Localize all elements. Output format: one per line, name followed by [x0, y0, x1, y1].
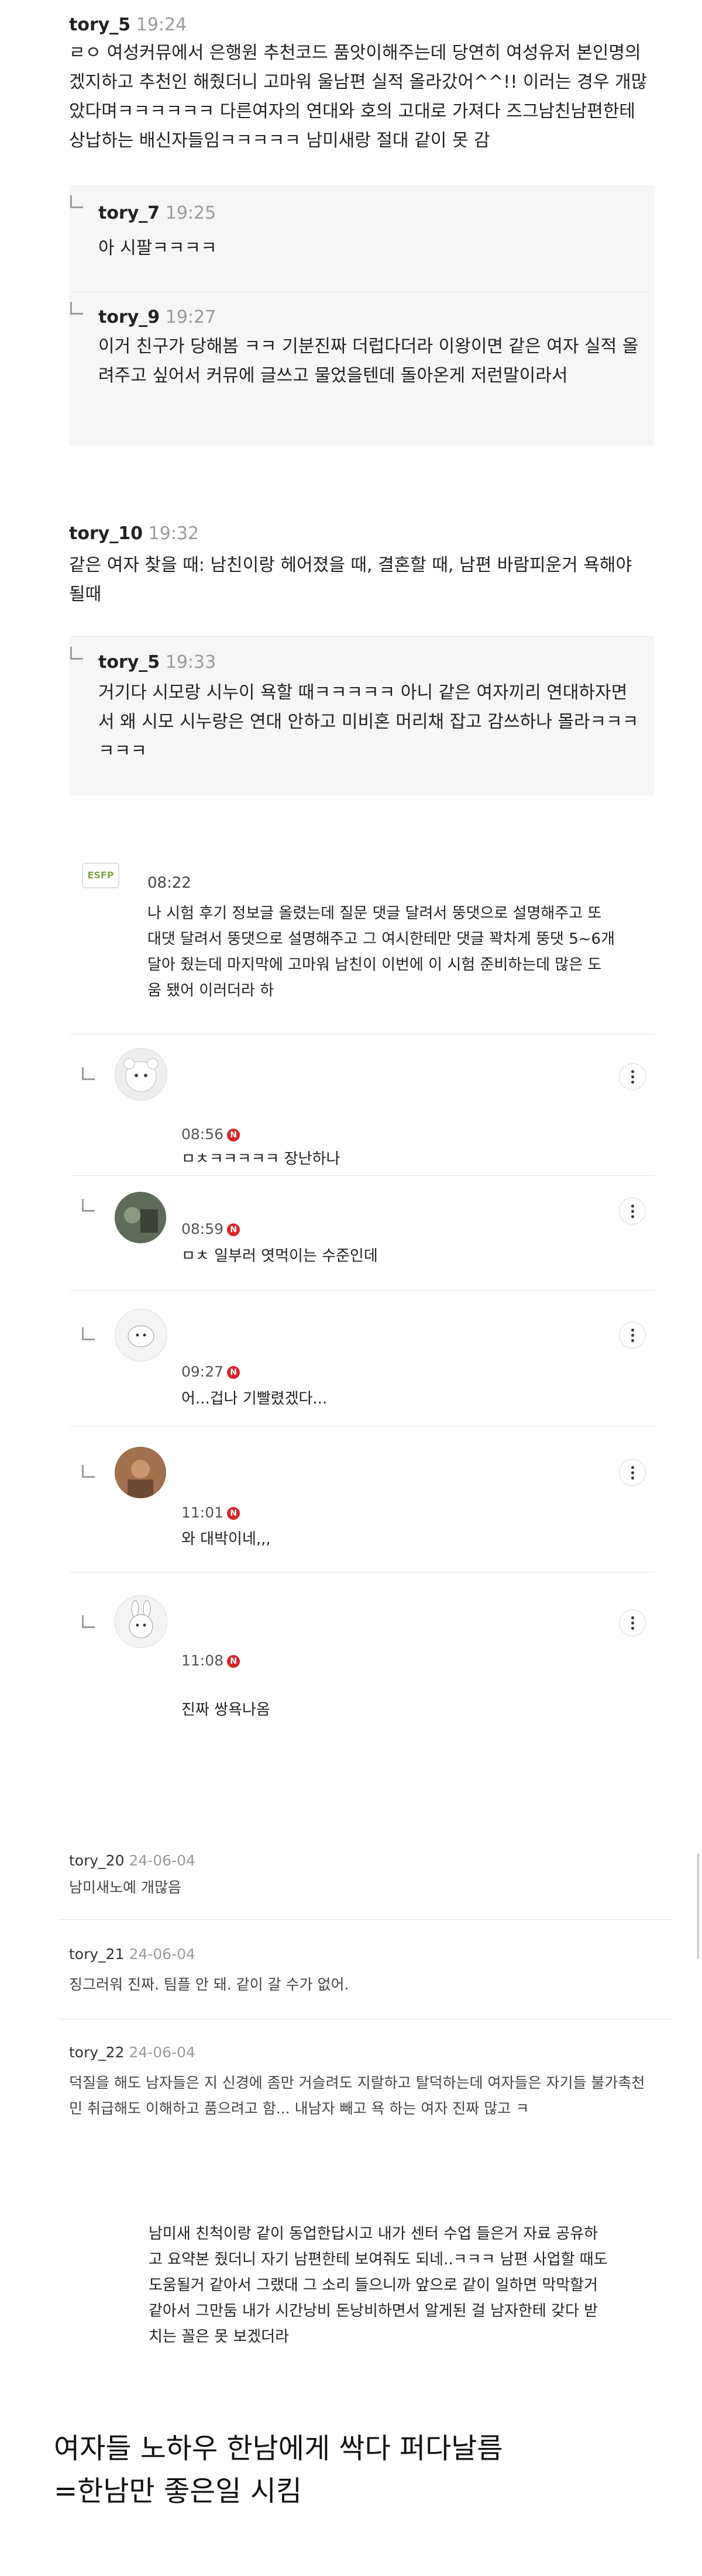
comment-text: 남미새노예 개많음: [69, 1879, 181, 1896]
reply-arrow-icon: [82, 1465, 95, 1478]
reply-arrow-icon: [70, 195, 83, 208]
conclusion-line-2: =한남만 좋은일 시킴: [54, 2475, 302, 2508]
new-badge: N: [227, 1223, 240, 1236]
avatar[interactable]: [115, 1048, 167, 1101]
more-vert-icon[interactable]: [619, 1609, 646, 1636]
reply-text: 어...겁나 기빨렸겠다...: [181, 1390, 328, 1408]
new-badge: N: [227, 1366, 240, 1379]
timestamp: 09:27: [181, 1363, 224, 1380]
comment-text: 징그러워 진짜. 팀플 안 돼. 같이 갈 수가 없어.: [69, 1976, 349, 1993]
comment-text: 나 시험 후기 정보글 올렸는데 질문 댓글 달려서 뚱댓으로 설명해주고 또 …: [147, 905, 615, 999]
username[interactable]: tory_5: [69, 15, 130, 35]
timestamp: 11:01: [181, 1504, 224, 1521]
username[interactable]: tory_7: [98, 203, 160, 223]
divider: [69, 292, 654, 293]
photo-avatar-icon: [115, 1447, 166, 1498]
reply-item: tory_9 19:27 이거 친구가 당해봄 ㅋㅋ 기분진짜 더럽다더라 이왕…: [69, 294, 654, 446]
reply-item: tory_7 19:25 아 시팔ㅋㅋㅋㅋ: [69, 187, 654, 292]
timestamp: 19:27: [165, 307, 216, 327]
comment-header: tory_20 24-06-04: [69, 1848, 195, 1874]
reply-header: tory_5 19:33: [98, 648, 216, 677]
username[interactable]: tory_10: [69, 523, 143, 544]
timestamp: 19:24: [136, 15, 187, 35]
reply-meta: 08:59 N: [181, 1216, 240, 1242]
new-badge: N: [227, 1655, 240, 1668]
avatar[interactable]: [115, 1595, 167, 1648]
timestamp: 19:33: [165, 652, 216, 673]
reply-meta: 11:08 N: [181, 1648, 240, 1674]
comment-header: tory_22 24-06-04: [69, 2040, 195, 2065]
avatar[interactable]: [115, 1309, 167, 1361]
reply-arrow-icon: [70, 647, 83, 660]
divider: [70, 1175, 655, 1176]
divider: [70, 1572, 655, 1573]
quoted-post-text: 남미새 친척이랑 같이 동업한답시고 내가 센터 수업 들은거 자료 공유하고 …: [149, 2225, 608, 2346]
more-vert-icon[interactable]: [619, 1063, 646, 1090]
comment-header: tory_21 24-06-04: [69, 1942, 195, 1967]
comment-header: tory_10 19:32: [69, 519, 199, 549]
more-vert-icon[interactable]: [619, 1198, 646, 1225]
new-badge: N: [227, 1507, 240, 1520]
timestamp: 19:32: [148, 523, 199, 544]
divider: [69, 186, 654, 187]
profile-sticker-icon: ESFP: [82, 863, 119, 888]
reply-arrow-icon: [70, 302, 83, 315]
username[interactable]: tory_5: [98, 652, 160, 673]
reply-text: 이거 친구가 당해봄 ㅋㅋ 기분진짜 더럽다더라 이왕이면 같은 여자 실적 올…: [98, 336, 639, 386]
divider: [70, 1290, 655, 1291]
timestamp: 08:56: [181, 1126, 224, 1143]
new-badge: N: [227, 1129, 240, 1142]
reply-meta: 11:01 N: [181, 1500, 240, 1526]
photo-avatar-icon: [115, 1192, 166, 1243]
reply-meta: 09:27 N: [181, 1359, 240, 1385]
reply-arrow-icon: [82, 1199, 95, 1212]
divider: [69, 636, 654, 637]
reply-arrow-icon: [82, 1615, 95, 1628]
username[interactable]: tory_20: [69, 1852, 124, 1869]
username[interactable]: tory_22: [69, 2044, 124, 2061]
more-vert-icon[interactable]: [619, 1322, 646, 1349]
timestamp: 11:08: [181, 1652, 224, 1669]
reply-arrow-icon: [82, 1067, 95, 1080]
reply-text: 와 대박이네,,,: [181, 1530, 271, 1548]
reply-header: tory_9 19:27: [98, 303, 216, 332]
avatar[interactable]: [115, 1192, 166, 1243]
reply-text: 아 시팔ㅋㅋㅋㅋ: [98, 238, 217, 258]
avatar[interactable]: [115, 1447, 166, 1498]
reply-item: tory_5 19:33 거기다 시모랑 시누이 욕할 때ㅋㅋㅋㅋㅋ 아니 같은…: [69, 637, 654, 795]
username[interactable]: tory_9: [98, 307, 160, 327]
comment-header: tory_5 19:24: [69, 11, 187, 40]
sheep-avatar-icon: [128, 1325, 154, 1347]
comment-text: ㄹㅇ 여성커뮤에서 은행원 추천코드 품앗이해주는데 당연히 여성유저 본인명의…: [69, 43, 648, 151]
date: 24-06-04: [129, 1852, 195, 1869]
conclusion-line-1: 여자들 노하우 한남에게 싹다 퍼다날름: [54, 2432, 503, 2465]
reply-text: ㅁㅊㅋㅋㅋㅋㅋ 장난하나: [181, 1150, 340, 1168]
timestamp: 08:59: [181, 1220, 224, 1237]
reply-header: tory_7 19:25: [98, 199, 216, 228]
more-vert-icon[interactable]: [619, 1459, 646, 1486]
comment-text: 같은 여자 찾을 때: 남친이랑 헤어졌을 때, 결혼할 때, 남편 바람피운거…: [69, 555, 632, 605]
reply-text: 진짜 쌍욕나옴: [181, 1701, 270, 1719]
reply-text: ㅁㅊ 일부러 엿먹이는 수준인데: [181, 1247, 378, 1265]
date: 24-06-04: [129, 1946, 195, 1963]
username[interactable]: tory_21: [69, 1946, 124, 1963]
rabbit-avatar-icon: [129, 1600, 153, 1639]
timestamp: 19:25: [165, 203, 216, 223]
scrollbar[interactable]: [697, 1854, 699, 1959]
bear-avatar-icon: [123, 1058, 159, 1092]
timestamp: 08:22: [147, 874, 191, 892]
divider: [58, 1919, 673, 1920]
reply-arrow-icon: [82, 1327, 95, 1340]
reply-text: 거기다 시모랑 시누이 욕할 때ㅋㅋㅋㅋㅋ 아니 같은 여자끼리 연대하자면서 …: [98, 682, 639, 761]
comment-text: 덕질을 해도 남자들은 지 신경에 좀만 거슬려도 지랄하고 탈덕하는데 여자들…: [69, 2074, 645, 2117]
reply-meta: 08:56 N: [181, 1122, 240, 1147]
date: 24-06-04: [129, 2044, 195, 2061]
